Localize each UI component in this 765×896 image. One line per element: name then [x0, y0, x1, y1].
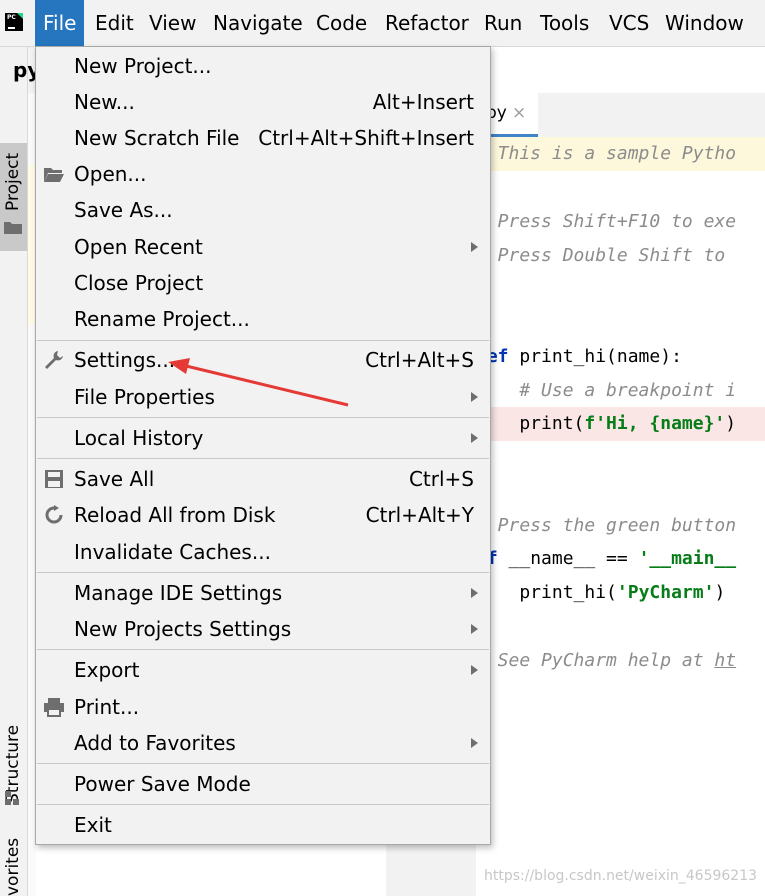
watermark-text: https://blog.csdn.net/weixin_46596213 — [484, 868, 758, 884]
annotation-arrow — [168, 358, 349, 407]
